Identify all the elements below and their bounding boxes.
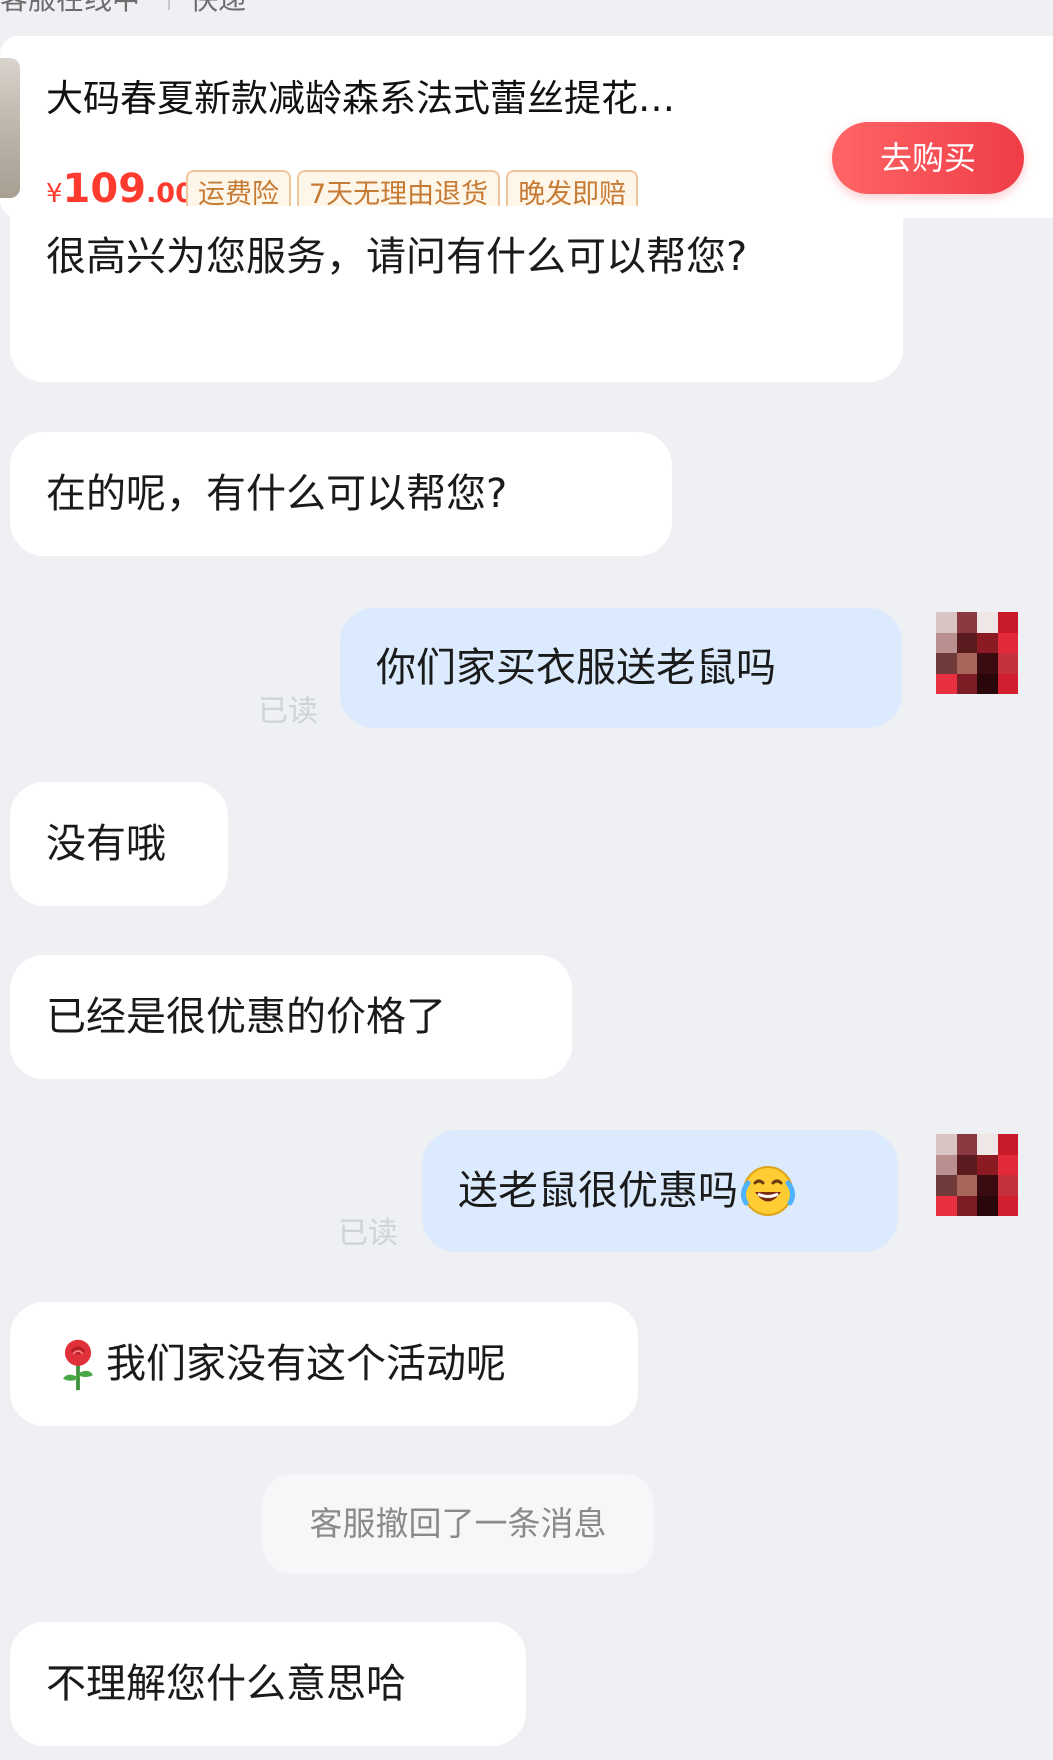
product-title[interactable]: 大码春夏新款减龄森系法式蕾丝提花…: [46, 72, 766, 126]
message-bubble-service[interactable]: 在的呢，有什么可以帮您?: [10, 432, 672, 556]
message-bubble-service[interactable]: 我们家没有这个活动呢: [10, 1302, 638, 1426]
message-bubble-service[interactable]: 不理解您什么意思哈: [10, 1622, 526, 1746]
price-currency: ¥: [46, 179, 63, 209]
message-bubble-user[interactable]: 送老鼠很优惠吗: [422, 1130, 898, 1252]
product-thumbnail[interactable]: [0, 58, 20, 198]
message-bubble-user[interactable]: 你们家买衣服送老鼠吗: [340, 608, 902, 728]
user-avatar[interactable]: [936, 1134, 1018, 1216]
product-card[interactable]: 大码春夏新款减龄森系法式蕾丝提花… ¥109.00 运费险 7天无理由退货 晚发…: [0, 36, 1053, 218]
message-text: 送老鼠很优惠吗: [458, 1168, 738, 1214]
read-status: 已读: [338, 1216, 398, 1251]
rose-emoji: [63, 1339, 93, 1391]
user-avatar[interactable]: [936, 612, 1018, 694]
shipping-status: 快递: [190, 0, 246, 18]
message-bubble-service[interactable]: 已经是很优惠的价格了: [10, 955, 572, 1079]
chat-status-bar: 客服在线中 快递: [0, 0, 246, 16]
message-bubble-service[interactable]: 没有哦: [10, 782, 228, 906]
recall-notice: 客服撤回了一条消息: [262, 1474, 654, 1574]
message-text: 我们家没有这个活动呢: [106, 1341, 506, 1387]
laughing-crying-emoji: [740, 1166, 796, 1216]
message-bubble-service[interactable]: 很高兴为您服务，请问有什么可以帮您?: [10, 206, 903, 382]
divider: [168, 0, 171, 10]
read-status: 已读: [258, 694, 318, 729]
go-buy-button[interactable]: 去购买: [832, 122, 1024, 194]
service-online-status: 客服在线中: [0, 0, 140, 18]
